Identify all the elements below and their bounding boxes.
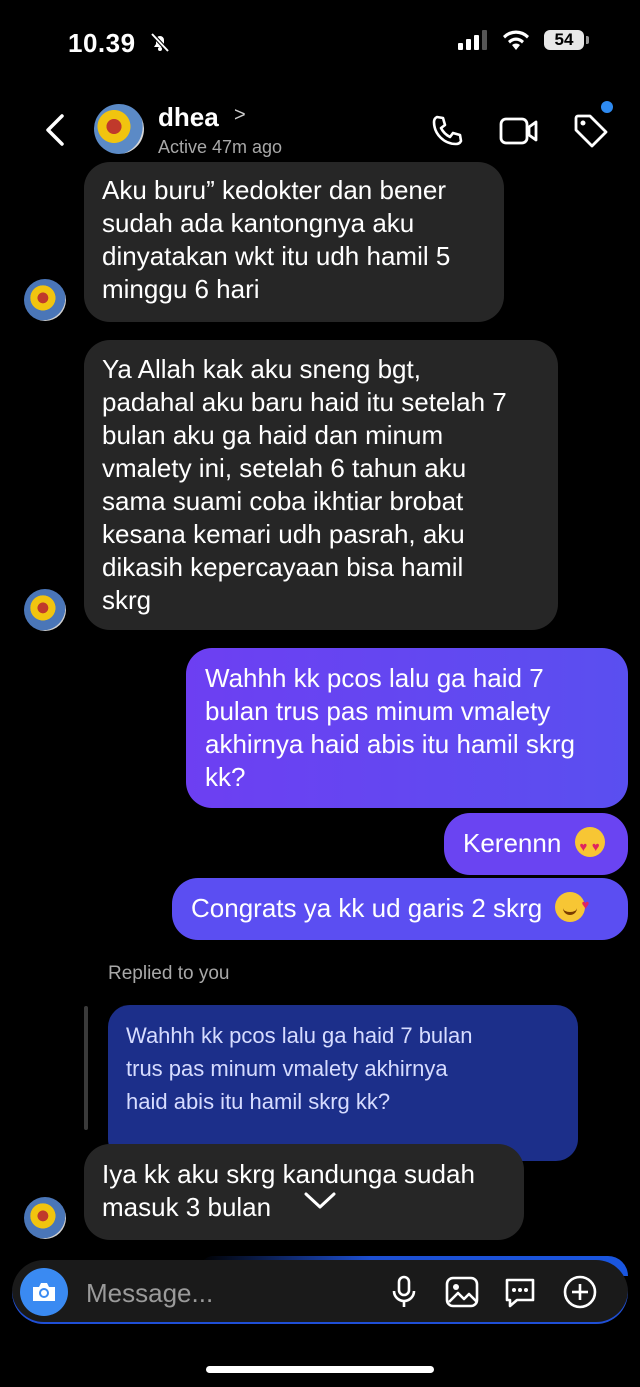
message-text: Kerennn xyxy=(463,828,562,858)
voice-message-button[interactable] xyxy=(382,1270,426,1314)
contact-avatar-small[interactable] xyxy=(24,279,66,321)
microphone-icon xyxy=(392,1275,416,1307)
contact-name[interactable]: dhea xyxy=(158,102,219,133)
reply-bar xyxy=(84,1006,88,1130)
received-message[interactable]: Ya Allah kak aku sneng bgt, padahal aku … xyxy=(84,340,558,630)
camera-button[interactable] xyxy=(20,1268,68,1316)
chevron-down-icon xyxy=(304,1192,336,1209)
voice-call-button[interactable] xyxy=(426,110,468,152)
sent-message[interactable]: Wahhh kk pcos lalu ga haid 7 bulan trus … xyxy=(186,648,628,808)
active-status: Active 47m ago xyxy=(158,137,283,157)
muted-bell-icon xyxy=(148,30,172,59)
home-indicator xyxy=(206,1366,434,1373)
phone-icon xyxy=(432,115,463,146)
tag-button[interactable] xyxy=(570,110,612,152)
chevron-right-icon[interactable]: > xyxy=(234,104,246,127)
gallery-button[interactable] xyxy=(440,1270,484,1314)
status-icons: 54 xyxy=(458,30,589,50)
signal-icon xyxy=(458,30,487,50)
camera-icon xyxy=(33,1283,55,1301)
video-call-button[interactable] xyxy=(498,110,540,152)
message-text: Aku buru” kedokter dan bener sudah ada k… xyxy=(102,175,451,304)
message-text: Wahhh kk pcos lalu ga haid 7 bulan trus … xyxy=(205,663,575,792)
heart-eyes-emoji-icon xyxy=(574,827,605,863)
plus-circle-icon xyxy=(563,1275,597,1309)
sent-message[interactable]: Congrats ya kk ud garis 2 skrg xyxy=(172,878,628,940)
chevron-left-icon xyxy=(46,114,64,146)
battery-indicator: 54 xyxy=(544,30,589,50)
replied-label: Replied to you xyxy=(108,963,230,984)
scroll-down-button[interactable] xyxy=(300,1186,340,1216)
add-button[interactable] xyxy=(558,1270,602,1314)
sent-message[interactable]: Kerennn xyxy=(444,813,628,875)
status-time: 10.39 xyxy=(68,28,136,58)
contact-avatar-small[interactable] xyxy=(24,589,66,631)
chat-sticker-icon xyxy=(505,1278,535,1308)
quoted-message[interactable]: Wahhh kk pcos lalu ga haid 7 bulan trus … xyxy=(108,1005,578,1161)
message-text: Congrats ya kk ud garis 2 skrg xyxy=(191,893,543,923)
received-message[interactable]: Aku buru” kedokter dan bener sudah ada k… xyxy=(84,162,504,322)
back-button[interactable] xyxy=(38,110,72,150)
sticker-button[interactable] xyxy=(498,1270,542,1314)
wifi-icon xyxy=(503,30,529,50)
notification-dot xyxy=(601,101,613,113)
message-input[interactable] xyxy=(84,1274,378,1312)
contact-avatar[interactable] xyxy=(94,104,144,154)
image-icon xyxy=(445,1276,479,1308)
contact-avatar-small[interactable] xyxy=(24,1197,66,1239)
quoted-text: Wahhh kk pcos lalu ga haid 7 bulan trus … xyxy=(126,1023,473,1114)
video-camera-icon xyxy=(499,117,538,145)
message-text: Ya Allah kak aku sneng bgt, padahal aku … xyxy=(102,354,507,615)
tag-icon xyxy=(574,114,608,148)
smiling-hearts-emoji-icon xyxy=(555,888,589,922)
